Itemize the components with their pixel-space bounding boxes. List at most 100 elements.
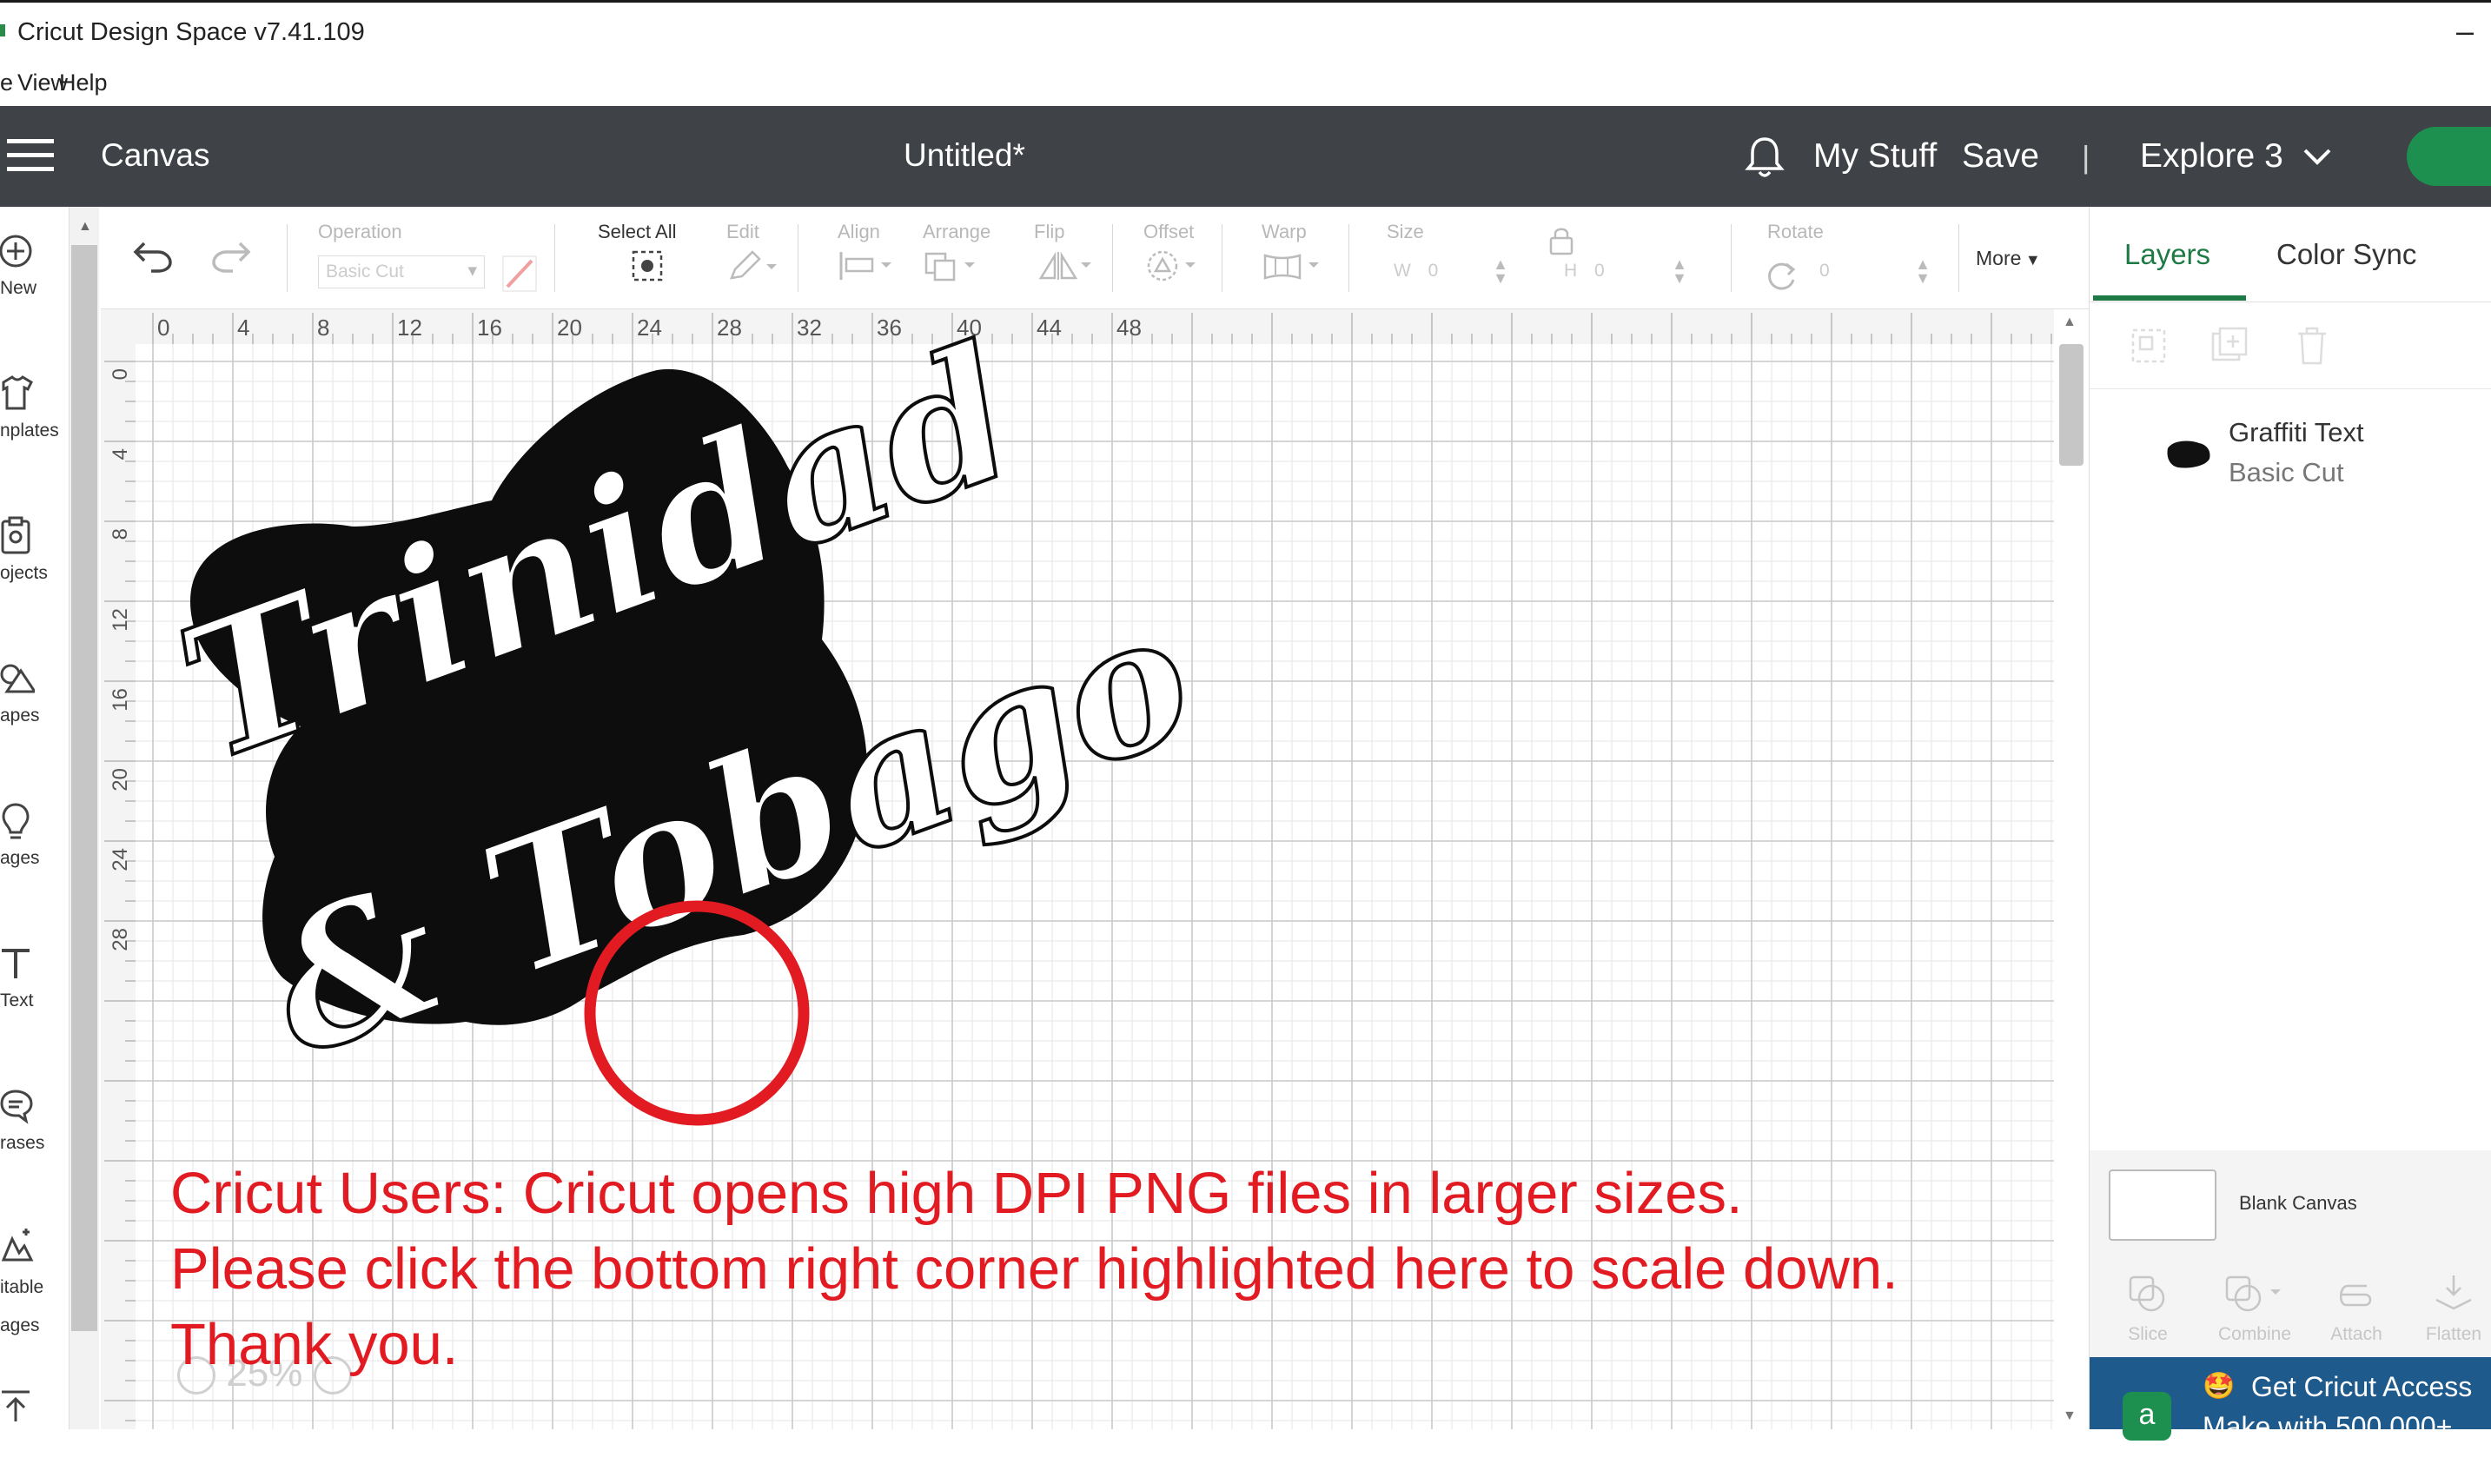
undo-button[interactable] <box>132 238 176 277</box>
operation-group: Operation <box>318 221 402 243</box>
ruler-x-label: 8 <box>317 315 329 341</box>
ruler-y-label: 8 <box>109 528 132 540</box>
flip-label: Flip <box>1034 221 1065 242</box>
rotate-stepper-icon[interactable]: ▲ ▼ <box>1915 256 1931 286</box>
my-stuff-link[interactable]: My Stuff <box>1813 137 1937 176</box>
menu-bar: e View Help <box>0 68 2491 106</box>
select-all-button[interactable]: Select All <box>598 221 677 288</box>
document-title[interactable]: Untitled* <box>904 137 1025 174</box>
blank-canvas-row[interactable]: Blank Canvas <box>2090 1150 2491 1265</box>
align-icon <box>839 252 891 280</box>
tool-text[interactable]: Text <box>0 919 70 1041</box>
plus-circle-icon <box>0 235 32 268</box>
tool-new[interactable]: New <box>0 207 70 328</box>
more-button[interactable]: More ▼ <box>1976 247 2041 270</box>
save-button[interactable]: Save <box>1962 137 2039 176</box>
tool-editable-images[interactable]: itable ages <box>0 1204 70 1335</box>
warp-label: Warp <box>1262 221 1307 242</box>
tool-label: ages <box>0 848 40 868</box>
group-icon[interactable] <box>2128 325 2170 367</box>
redo-button[interactable] <box>209 238 252 277</box>
flatten-button[interactable]: Flatten <box>2415 1274 2491 1345</box>
align-label: Align <box>838 221 880 242</box>
slice-button[interactable]: Slice <box>2109 1274 2187 1345</box>
app-logo-icon <box>0 24 5 36</box>
paperclip-icon <box>2340 1284 2372 1307</box>
design-tools-panel: New nplates ojects apes ages Text rases … <box>0 207 70 1429</box>
flip-button[interactable]: Flip <box>1034 221 1095 288</box>
tool-projects[interactable]: ojects <box>0 492 70 613</box>
layer-item[interactable]: Graffiti Text Basic Cut <box>2090 407 2491 502</box>
menu-file[interactable]: e <box>0 70 13 96</box>
ruler-y-label: 0 <box>109 368 132 380</box>
width-stepper-icon[interactable]: ▲ ▼ <box>1493 256 1508 286</box>
ruler-x-label: 20 <box>557 315 582 341</box>
menu-help[interactable]: Help <box>59 70 108 96</box>
ruler-x-label: 0 <box>157 315 169 341</box>
scrollbar-thumb[interactable] <box>2059 344 2084 466</box>
warp-button[interactable]: Warp <box>1262 221 1331 288</box>
arrange-button[interactable]: Arrange <box>923 221 990 288</box>
attach-button[interactable]: Attach <box>2317 1274 2395 1345</box>
canvas-scrollbar[interactable]: ▲ ▼ <box>2054 309 2089 1429</box>
machine-selector[interactable]: Explore 3 <box>2140 137 2283 176</box>
width-input[interactable]: W 0 ▲ ▼ <box>1387 255 1508 288</box>
select-all-icon <box>633 250 663 282</box>
arrange-icon <box>924 252 975 282</box>
ruler-x-label: 48 <box>1116 315 1142 341</box>
caret-down-icon: ▼ <box>2024 251 2041 268</box>
layer-name: Graffiti Text <box>2229 417 2364 447</box>
scrollbar-thumb[interactable] <box>71 245 97 1331</box>
rotate-input[interactable]: 0 ▲ ▼ <box>1812 255 1931 288</box>
tab-layers[interactable]: Layers <box>2124 238 2210 271</box>
minimize-button[interactable]: – <box>2456 13 2474 50</box>
tool-upload[interactable] <box>0 1362 70 1484</box>
select-all-label: Select All <box>598 221 677 242</box>
height-stepper-icon[interactable]: ▲ ▼ <box>1672 256 1687 286</box>
offset-icon <box>1147 250 1196 282</box>
tool-label: ojects <box>0 563 48 583</box>
size-group: Size <box>1387 221 1424 243</box>
ruler-y-label: 20 <box>109 768 132 792</box>
width-field-label: W <box>1394 261 1411 281</box>
combine-button[interactable]: Combine <box>2203 1274 2307 1345</box>
cricut-access-banner[interactable]: a 🤩 Get Cricut Access Make with 500,000+ <box>2090 1357 2491 1442</box>
height-field-value: 0 <box>1594 261 1605 281</box>
tool-phrases[interactable]: rases <box>0 1062 70 1183</box>
tab-color-sync[interactable]: Color Sync <box>2276 238 2416 271</box>
make-it-button[interactable] <box>2407 127 2491 186</box>
layer-actions <box>2090 302 2491 389</box>
scroll-down-arrow-icon[interactable]: ▼ <box>2063 1408 2077 1424</box>
scroll-up-arrow-icon[interactable]: ▲ <box>78 219 92 235</box>
ruler-x-label: 44 <box>1037 315 1062 341</box>
operation-value: Basic Cut <box>326 262 404 282</box>
chevron-down-icon[interactable] <box>2302 148 2332 171</box>
dropdown-caret-icon: ▾ <box>467 261 477 281</box>
operation-color-swatch[interactable] <box>502 255 537 296</box>
tools-scrollbar[interactable]: ▲ <box>70 207 99 1429</box>
operation-label: Operation <box>318 221 402 242</box>
flip-icon <box>1038 251 1091 280</box>
tool-label: itable ages <box>0 1277 44 1335</box>
ruler-x-label: 24 <box>637 315 662 341</box>
height-input[interactable]: H 0 ▲ ▼ <box>1557 255 1687 288</box>
notice-line-3: Thank you. <box>170 1312 459 1377</box>
scroll-up-arrow-icon[interactable]: ▲ <box>2063 315 2077 330</box>
tool-templates[interactable]: nplates <box>0 349 70 471</box>
align-button[interactable]: Align <box>838 221 898 288</box>
upload-icon <box>2 1390 30 1421</box>
tool-shapes[interactable]: apes <box>0 634 70 756</box>
redo-icon <box>212 242 251 273</box>
tool-images[interactable]: ages <box>0 777 70 898</box>
graffiti-text-design[interactable]: Trinidad & Tobago <box>154 309 1220 1099</box>
operation-select[interactable]: Basic Cut ▾ <box>318 255 485 288</box>
offset-button[interactable]: Offset <box>1143 221 1204 288</box>
bell-icon[interactable] <box>1745 136 1785 183</box>
canvas-color-swatch[interactable] <box>2109 1169 2216 1241</box>
trash-icon[interactable] <box>2291 325 2333 367</box>
slice-icon <box>2129 1275 2165 1312</box>
edit-button[interactable]: Edit <box>726 221 778 288</box>
banner-subtitle: Make with 500,000+ <box>2203 1411 2453 1442</box>
duplicate-icon[interactable] <box>2209 325 2251 367</box>
hamburger-menu-icon[interactable] <box>0 139 56 174</box>
